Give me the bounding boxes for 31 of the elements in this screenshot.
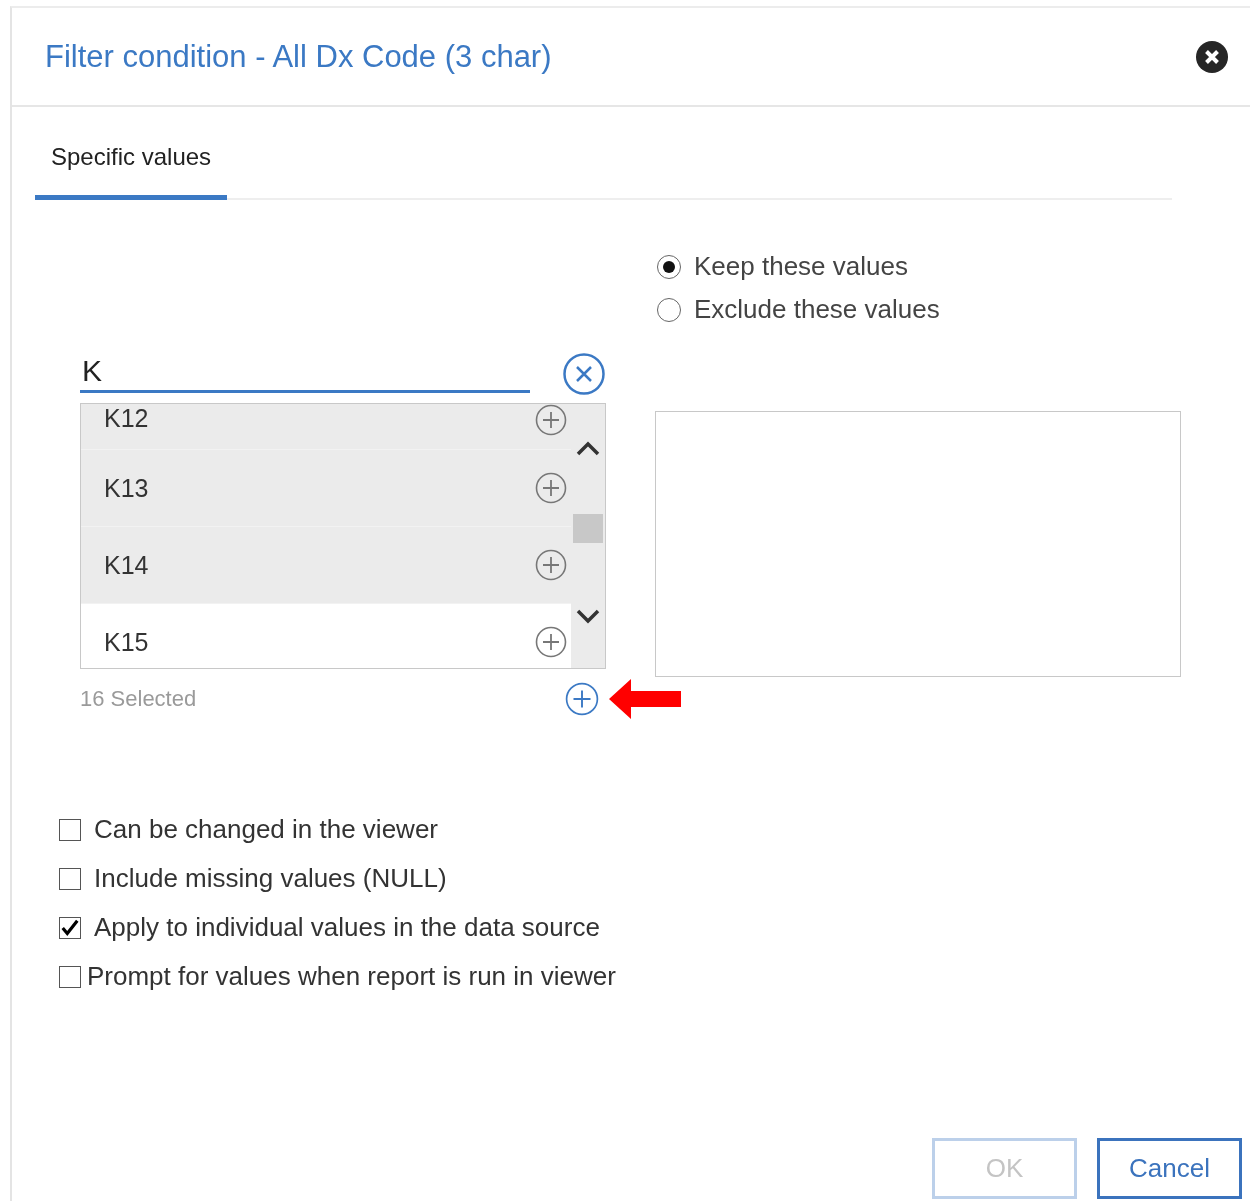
checkbox-label: Include missing values (NULL) [94, 863, 447, 894]
add-all-icon[interactable] [565, 682, 599, 716]
add-icon[interactable] [535, 626, 567, 658]
arrow-icon [607, 677, 683, 721]
search-field[interactable]: K [80, 354, 530, 393]
radio-label: Keep these values [694, 251, 908, 282]
checkbox-label: Apply to individual values in the data source [94, 912, 600, 943]
scroll-up-icon[interactable] [576, 440, 600, 456]
scrollbar-thumb[interactable] [573, 514, 603, 543]
checkbox[interactable] [59, 965, 81, 988]
tab[interactable]: Specific values [35, 115, 228, 200]
selected-count: 16 Selected [80, 686, 197, 712]
cancel-button[interactable]: Cancel [1097, 1138, 1242, 1199]
radio-button[interactable] [657, 297, 681, 322]
close-icon[interactable] [1196, 40, 1228, 73]
add-icon[interactable] [535, 549, 567, 581]
add-icon[interactable] [535, 404, 567, 436]
scroll-down-icon[interactable] [576, 609, 600, 625]
list-item[interactable]: K13 [81, 450, 571, 527]
clear-icon[interactable] [563, 353, 605, 395]
checkbox-label: Prompt for values when report is run in viewer [87, 961, 616, 992]
list-item[interactable]: K12 [81, 404, 571, 450]
checkbox-label: Can be changed in the viewer [94, 814, 438, 845]
checkbox[interactable] [59, 867, 81, 890]
list-item[interactable]: K14 [81, 527, 571, 604]
dialog-title: Filter condition - All Dx Code (3 char) [45, 38, 552, 75]
radio-label: Exclude these values [694, 294, 940, 325]
checkbox[interactable] [59, 916, 81, 939]
checkbox[interactable] [59, 818, 81, 841]
add-icon[interactable] [535, 472, 567, 504]
radio-button[interactable] [657, 254, 681, 279]
